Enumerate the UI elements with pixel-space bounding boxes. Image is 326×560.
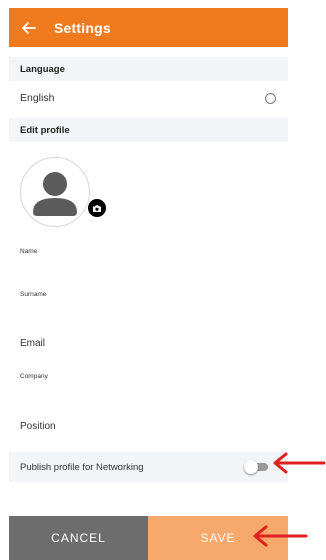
position-field-label[interactable]: Position [20,421,56,432]
avatar[interactable] [20,157,90,227]
company-field-label[interactable]: Company [20,373,48,380]
user-avatar-icon [33,172,77,216]
surname-field-label[interactable]: Surname [20,291,46,298]
edit-profile-section-header: Edit profile [9,118,288,142]
language-section-title: Language [20,63,65,75]
publish-profile-row: Publish profile for Networking [9,452,288,482]
publish-profile-label: Publish profile for Networking [20,461,144,473]
language-option-label: English [20,92,55,104]
language-section-header: Language [9,57,288,81]
settings-screen: Settings Language English Edit profile N… [9,8,288,560]
camera-icon[interactable] [88,199,106,217]
edit-profile-section-title: Edit profile [20,124,70,136]
page-title: Settings [54,19,111,36]
language-radio-button[interactable] [265,92,276,104]
publish-profile-toggle[interactable] [244,460,268,474]
cancel-button[interactable]: CANCEL [9,516,148,560]
red-arrow-icon [273,452,326,474]
email-field-label[interactable]: Email [20,338,45,349]
red-arrow-icon [253,525,308,547]
name-field-label[interactable]: Name [20,248,37,255]
back-arrow-icon[interactable] [18,17,40,39]
toggle-knob [244,460,258,474]
language-option-row[interactable]: English [9,86,288,110]
app-bar: Settings [9,8,288,47]
